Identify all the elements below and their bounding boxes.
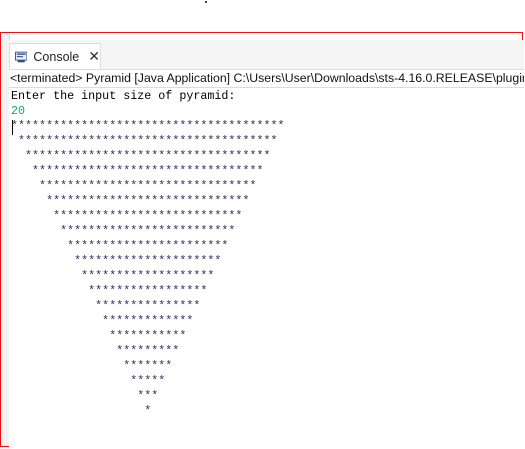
console-output: Enter the input size of pyramid: 20 ******… <box>9 89 524 419</box>
user-input-line: 20 <box>11 104 26 118</box>
tab-bar: Console ✕ <box>9 40 524 70</box>
pyramid-row: *********************** <box>11 239 229 253</box>
tab-console-label: Console <box>33 49 80 64</box>
pyramid-row: ************************* <box>11 224 236 238</box>
pyramid-row: *********************************** <box>11 149 271 163</box>
console-output-area[interactable]: <terminated> Pyramid [Java Application] … <box>9 70 524 448</box>
pyramid-row: *************************************** <box>11 119 285 135</box>
pyramid-row: *** <box>11 389 159 403</box>
pyramid-row: *********** <box>11 329 187 343</box>
pyramid-row: ********************************* <box>11 164 264 178</box>
close-icon[interactable]: ✕ <box>88 48 100 65</box>
pyramid-row: ***************************** <box>11 194 250 208</box>
pyramid-row: ******* <box>11 359 173 373</box>
pyramid-row: ***** <box>11 374 166 388</box>
pyramid-row: ************* <box>11 314 194 328</box>
decorative-dot <box>205 1 207 3</box>
prompt-line: Enter the input size of pyramid: <box>11 89 236 103</box>
pyramid-row: ********* <box>11 344 180 358</box>
text-caret <box>12 120 13 135</box>
pyramid-row: ***************** <box>11 284 208 298</box>
pyramid-row: ************************************* <box>11 134 278 148</box>
pyramid-row: * <box>11 404 152 418</box>
pyramid-row: *************** <box>11 299 201 313</box>
pyramid-row: ******************************* <box>11 179 257 193</box>
pyramid-row: ********************* <box>11 254 222 268</box>
pyramid-rows: *************************************** … <box>11 119 524 419</box>
console-icon <box>15 51 28 62</box>
console-process-header: <terminated> Pyramid [Java Application] … <box>9 70 524 88</box>
tab-console[interactable]: Console ✕ <box>9 43 101 69</box>
pyramid-row: ******************* <box>11 269 215 283</box>
pyramid-row: *************************** <box>11 209 243 223</box>
